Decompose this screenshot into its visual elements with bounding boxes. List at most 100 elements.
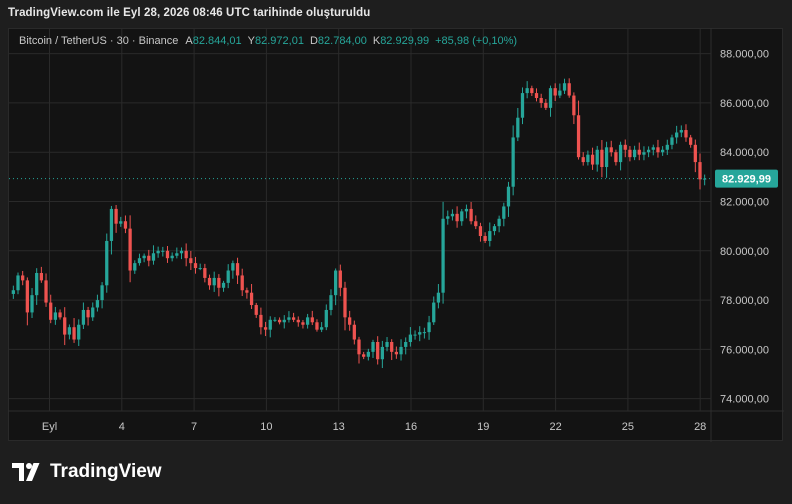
legend-close-value: 82.929,99 bbox=[380, 35, 430, 47]
candle-body bbox=[212, 277, 216, 286]
legend-open-value: 82.844,01 bbox=[192, 35, 242, 47]
tradingview-logo[interactable]: TradingView bbox=[12, 461, 162, 483]
candle-body bbox=[675, 132, 679, 138]
candle-body bbox=[572, 95, 576, 116]
candle-body bbox=[259, 314, 263, 328]
candle-body bbox=[665, 144, 669, 150]
x-tick-label: 19 bbox=[477, 421, 489, 433]
candle-body bbox=[376, 341, 380, 360]
candle-body bbox=[506, 186, 511, 207]
candle-body bbox=[343, 287, 347, 318]
candle-body bbox=[693, 144, 697, 163]
candle-body bbox=[277, 319, 282, 323]
x-tick-label: 7 bbox=[191, 421, 197, 433]
candle-body bbox=[142, 255, 146, 259]
candle-body bbox=[614, 152, 618, 163]
candle-body bbox=[77, 324, 81, 340]
candle-body bbox=[460, 211, 464, 222]
candle-body bbox=[25, 280, 29, 313]
tradingview-logo-icon bbox=[12, 463, 40, 481]
candle-body bbox=[539, 98, 543, 103]
candle-body bbox=[441, 218, 445, 293]
candle-body bbox=[576, 115, 581, 158]
x-tick-label: Eyl bbox=[42, 421, 57, 433]
candle-body bbox=[474, 221, 478, 227]
candle-body bbox=[263, 327, 268, 330]
candle-body bbox=[273, 319, 277, 321]
candle-body bbox=[483, 236, 487, 241]
candle-body bbox=[119, 221, 123, 224]
candle-body bbox=[329, 295, 333, 310]
chart-legend: Bitcoin / TetherUS · 30 · Binance A 82.8… bbox=[19, 35, 523, 47]
candle-body bbox=[226, 270, 230, 283]
candle-body bbox=[684, 130, 688, 138]
candle-body bbox=[618, 144, 623, 163]
candle-body bbox=[30, 295, 34, 313]
candle-body bbox=[562, 83, 567, 91]
candle-body bbox=[165, 250, 170, 259]
candle-body bbox=[553, 88, 557, 96]
candle-body bbox=[427, 322, 431, 333]
candle-body bbox=[632, 149, 637, 158]
candle-body bbox=[49, 302, 53, 320]
candle-body bbox=[511, 137, 515, 187]
candle-body bbox=[72, 327, 76, 340]
x-tick-label: 22 bbox=[549, 421, 561, 433]
candle-body bbox=[520, 93, 525, 118]
candle-body bbox=[609, 147, 613, 153]
candle-body bbox=[100, 285, 104, 301]
candle-body bbox=[488, 231, 492, 241]
candle-body bbox=[502, 206, 506, 219]
tradingview-logo-text: TradingView bbox=[50, 461, 162, 482]
candle-body bbox=[590, 154, 595, 165]
legend-symbol[interactable]: Bitcoin / TetherUS · 30 · Binance bbox=[19, 35, 178, 47]
y-tick-label: 80.000,00 bbox=[720, 246, 769, 258]
candle-body bbox=[67, 327, 72, 335]
candle-body bbox=[156, 250, 160, 254]
y-tick-label: 86.000,00 bbox=[720, 98, 769, 110]
candle-body bbox=[544, 102, 548, 108]
candle-body bbox=[413, 334, 417, 336]
chart-caption: TradingView.com ile Eyl 28, 2026 08:46 U… bbox=[8, 7, 371, 19]
legend-low-label: D bbox=[309, 35, 318, 47]
candle-body bbox=[534, 93, 539, 99]
candle-body bbox=[600, 149, 604, 168]
candle-body bbox=[240, 275, 244, 291]
candle-body bbox=[623, 144, 627, 150]
y-tick-label: 88.000,00 bbox=[720, 49, 769, 61]
candle-body bbox=[161, 250, 165, 252]
candle-body bbox=[35, 272, 39, 296]
legend-high-value: 82.972,01 bbox=[255, 35, 304, 47]
y-tick-label: 84.000,00 bbox=[720, 147, 769, 159]
candle-body bbox=[105, 240, 109, 286]
candle-body bbox=[525, 88, 529, 94]
candle-body bbox=[179, 250, 184, 254]
candle-body bbox=[16, 275, 20, 291]
candle-body bbox=[44, 280, 48, 303]
candle-body bbox=[450, 213, 455, 217]
x-tick-label: 13 bbox=[333, 421, 345, 433]
x-tick-label: 10 bbox=[260, 421, 272, 433]
price-chart[interactable]: 88.000,00 86.000,00 84.000,00 82.000,00 80.0… bbox=[8, 28, 784, 442]
candle-body bbox=[109, 208, 114, 241]
candle-body bbox=[114, 208, 118, 224]
candle-body bbox=[151, 253, 156, 261]
candle-body bbox=[63, 317, 67, 335]
candle-body bbox=[352, 324, 356, 340]
candle-body bbox=[394, 351, 399, 355]
candle-body bbox=[249, 292, 254, 306]
candle-body bbox=[422, 332, 427, 334]
candle-body bbox=[231, 263, 235, 271]
x-tick-label: 4 bbox=[119, 421, 125, 433]
candle-body bbox=[348, 317, 352, 325]
candle-body bbox=[679, 130, 683, 133]
legend-high-label: Y bbox=[247, 35, 256, 47]
candle-body bbox=[558, 90, 562, 96]
candle-body bbox=[245, 290, 249, 293]
candle-body bbox=[128, 228, 132, 271]
legend-change-value: +85,98 (+0,10%) bbox=[435, 35, 518, 47]
candle-body bbox=[11, 290, 15, 294]
candle-body bbox=[357, 339, 361, 355]
y-tick-label: 78.000,00 bbox=[720, 295, 769, 307]
candle-body bbox=[334, 270, 338, 296]
